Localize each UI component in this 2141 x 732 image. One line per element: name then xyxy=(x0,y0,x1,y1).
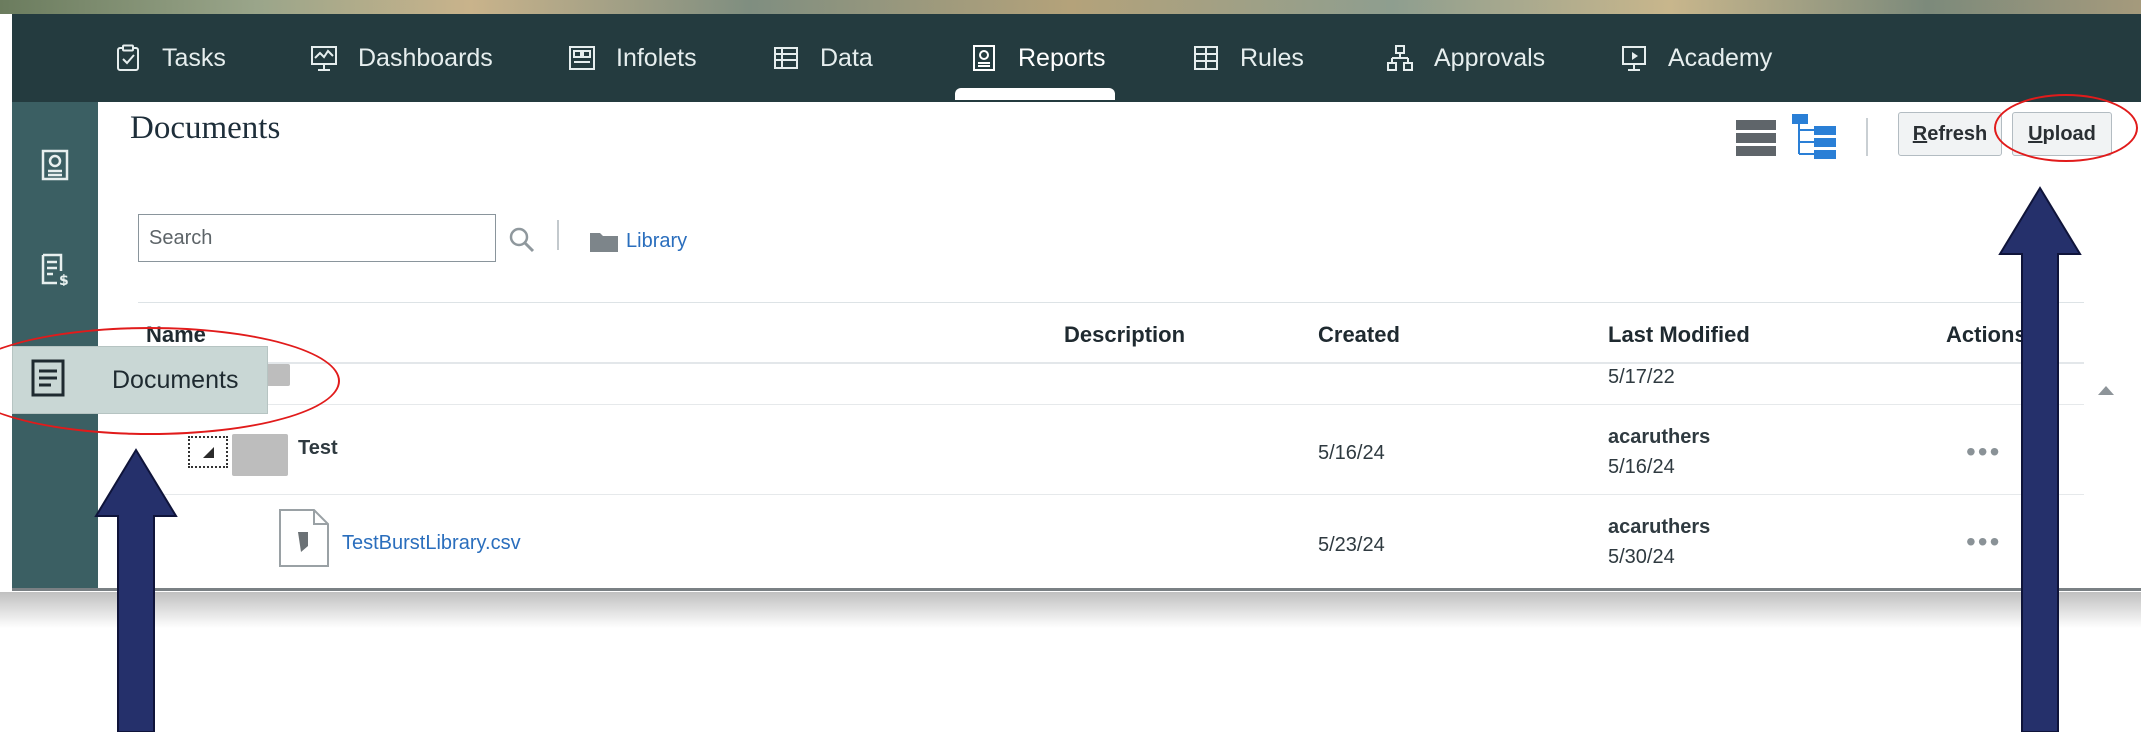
nav-tasks[interactable]: Tasks xyxy=(114,14,226,102)
hierarchy-icon xyxy=(1387,45,1413,71)
screenshot-frame-edge xyxy=(12,588,2141,591)
tree-view-icon[interactable] xyxy=(1792,114,1836,160)
drop-shadow xyxy=(0,592,2141,628)
row-2-modified-by: acaruthers xyxy=(1608,516,1711,538)
annotation-arrow-up-right xyxy=(1998,186,2082,732)
svg-text:$: $ xyxy=(59,273,69,286)
toolbar-divider xyxy=(1866,118,1868,156)
row-actions-menu[interactable]: ••• xyxy=(1966,526,2001,558)
grid-rules-icon xyxy=(1194,46,1218,70)
row-2-modified: 5/30/24 xyxy=(1608,546,1675,568)
documents-icon xyxy=(31,359,65,397)
tiles-icon xyxy=(569,46,595,70)
search-icon[interactable] xyxy=(508,226,536,254)
scroll-up-icon[interactable] xyxy=(2096,382,2116,398)
file-icon xyxy=(279,509,329,567)
row-1-name[interactable]: Test xyxy=(298,437,338,460)
section-divider xyxy=(138,302,2084,303)
upload-label: pload xyxy=(2042,122,2096,145)
nav-approvals[interactable]: Approvals xyxy=(1386,14,1545,102)
row-2-name-link[interactable]: TestBurstLibrary.csv xyxy=(342,532,521,555)
row-divider xyxy=(138,494,2084,495)
monitor-chart-icon xyxy=(311,46,337,71)
nav-rules-label: Rules xyxy=(1240,43,1304,72)
search-divider xyxy=(557,220,559,250)
list-view-icon[interactable] xyxy=(1736,118,1776,158)
decorative-banner xyxy=(0,0,2141,14)
upload-button[interactable]: Upload xyxy=(2012,112,2112,156)
app-root: Tasks Dashboards Infolets Data Reports R… xyxy=(0,0,2141,732)
nav-dashboards-label: Dashboards xyxy=(358,43,493,72)
row-0-modified: 5/17/22 xyxy=(1608,366,1675,388)
presentation-icon xyxy=(1622,46,1646,71)
nav-academy-label: Academy xyxy=(1668,43,1773,72)
row-1-modified-by: acaruthers xyxy=(1608,426,1711,448)
nav-tasks-label: Tasks xyxy=(162,43,226,72)
column-header-name[interactable]: Name xyxy=(146,322,206,348)
column-header-created[interactable]: Created xyxy=(1318,322,1400,348)
nav-academy[interactable]: Academy xyxy=(1620,14,1772,102)
refresh-label: efresh xyxy=(1927,122,1988,145)
annotation-arrow-up-left xyxy=(94,448,178,732)
row-2-created: 5/23/24 xyxy=(1318,534,1385,556)
nav-reports-label: Reports xyxy=(1018,43,1106,72)
row-actions-menu[interactable]: ••• xyxy=(1966,436,2001,468)
folder-icon xyxy=(232,434,288,476)
nav-rules[interactable]: Rules xyxy=(1192,14,1304,102)
nav-dashboards[interactable]: Dashboards xyxy=(310,14,493,102)
nav-infolets-label: Infolets xyxy=(616,43,697,72)
clipboard-check-icon xyxy=(117,44,139,71)
report-icon[interactable] xyxy=(38,148,72,182)
table-header-divider xyxy=(138,362,2084,364)
nav-data-label: Data xyxy=(820,43,873,72)
refresh-mnemonic: R xyxy=(1912,122,1928,145)
search-input[interactable] xyxy=(138,214,496,262)
row-divider xyxy=(138,404,2084,405)
page-title: Documents xyxy=(130,110,281,146)
table-icon xyxy=(774,47,798,69)
nav-infolets[interactable]: Infolets xyxy=(568,14,697,102)
column-header-last-modified[interactable]: Last Modified xyxy=(1608,322,1750,348)
report-icon xyxy=(973,45,995,71)
library-breadcrumb-link[interactable]: Library xyxy=(626,230,687,253)
row-1-created: 5/16/24 xyxy=(1318,442,1385,464)
financial-report-icon[interactable]: $ xyxy=(38,252,72,286)
nav-approvals-label: Approvals xyxy=(1434,43,1546,72)
documents-rail-label: Documents xyxy=(112,366,239,394)
column-header-description[interactable]: Description xyxy=(1064,322,1185,348)
folder-icon xyxy=(590,233,618,252)
row-1-modified: 5/16/24 xyxy=(1608,456,1675,478)
active-tab-indicator xyxy=(955,88,1115,100)
collapse-triangle-icon xyxy=(203,447,214,458)
nav-data[interactable]: Data xyxy=(772,14,873,102)
upload-mnemonic: U xyxy=(2028,122,2043,145)
refresh-button[interactable]: Refresh xyxy=(1898,112,2002,156)
